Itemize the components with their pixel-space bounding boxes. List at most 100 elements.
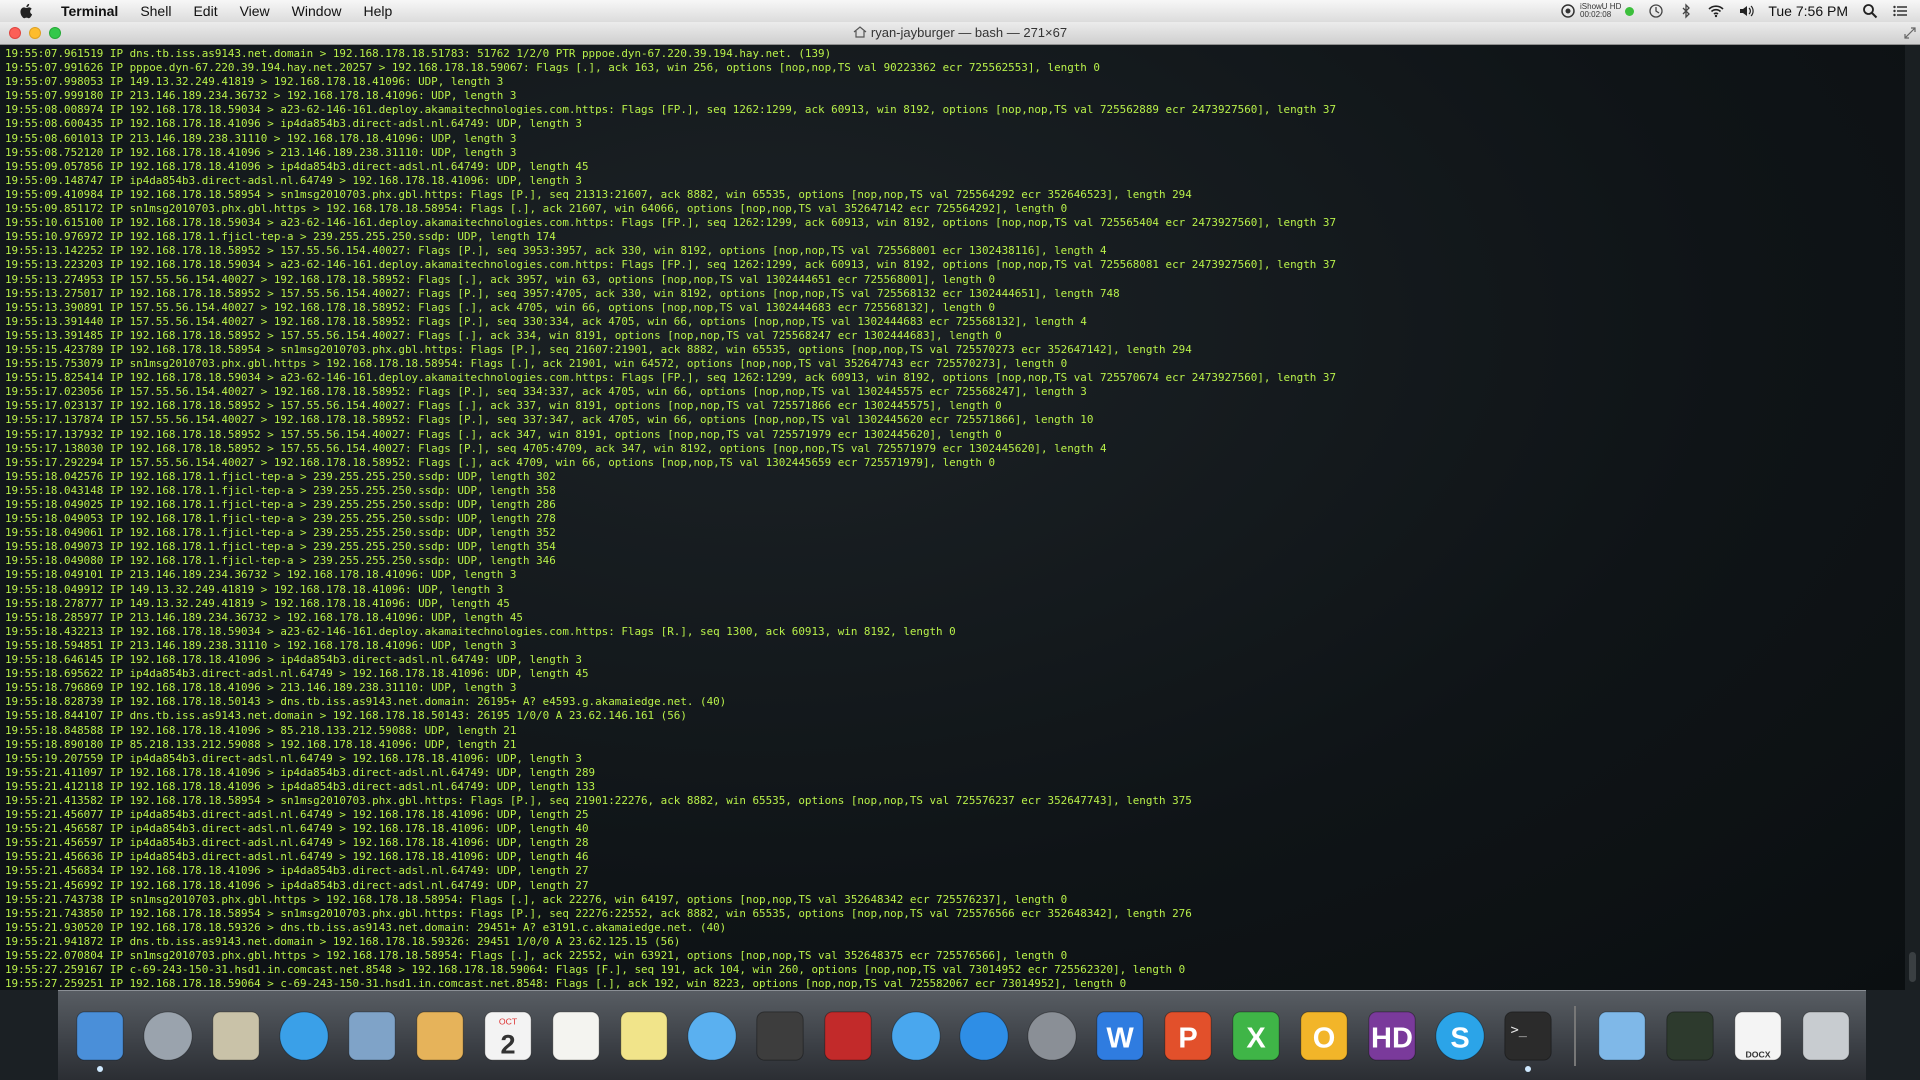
dock-item-powerpoint[interactable]: P (1158, 1004, 1218, 1068)
terminal-line: 19:55:13.390891 IP 157.55.56.154.40027 >… (5, 300, 996, 314)
terminal-line: 19:55:17.137874 IP 157.55.56.154.40027 >… (5, 413, 1094, 427)
dock-item-photo-booth[interactable] (818, 1004, 878, 1068)
dock-item-docx-document[interactable]: DOCX (1728, 1004, 1788, 1068)
terminal-line: 19:55:18.049053 IP 192.168.178.1.fjicl-t… (5, 512, 556, 526)
terminal-line: 19:55:21.930520 IP 192.168.178.18.59326 … (5, 920, 727, 934)
dock-item-messages[interactable] (682, 1004, 742, 1068)
dock-icon-label: O (1313, 1022, 1336, 1054)
menu-view[interactable]: View (229, 0, 281, 22)
terminal-line: 19:55:18.049025 IP 192.168.178.1.fjicl-t… (5, 498, 556, 511)
terminal-line: 19:55:21.456587 IP ip4da854b3.direct-ads… (5, 822, 589, 836)
notification-center-icon[interactable] (1892, 3, 1908, 19)
dock-item-terminal[interactable]: >_ (1498, 1004, 1558, 1072)
terminal-output[interactable]: 19:55:07.961519 IP dns.tb.iss.as9143.net… (0, 45, 1905, 990)
terminal-line: 19:55:18.848588 IP 192.168.178.18.41096 … (5, 723, 517, 737)
terminal-line: 19:55:17.023056 IP 157.55.56.154.40027 >… (5, 385, 1087, 399)
window-titlebar[interactable]: ryan-jayburger — bash — 271×67 (0, 22, 1920, 45)
messages-icon (687, 1010, 737, 1061)
dock-item-word[interactable]: W (1090, 1004, 1150, 1068)
skype-icon: S (1435, 1010, 1485, 1061)
running-indicator (1525, 1065, 1531, 1072)
terminal-line: 19:55:18.828739 IP 192.168.178.18.50143 … (5, 695, 727, 709)
clock[interactable]: Tue 7:56 PM (1768, 3, 1848, 19)
calendar-icon: OCT 2 (484, 1010, 532, 1061)
volume-icon[interactable] (1738, 3, 1755, 19)
terminal-line: 19:55:18.049101 IP 213.146.189.234.36732… (5, 568, 517, 582)
terminal-line: 19:55:09.148747 IP ip4da854b3.direct-ads… (5, 173, 582, 187)
dock-item-preview[interactable] (206, 1004, 266, 1068)
dock-item-trash[interactable] (1796, 1004, 1856, 1068)
apple-menu-icon[interactable] (18, 2, 36, 20)
dock-item-contacts[interactable] (410, 1004, 470, 1068)
dock-icon-label: P (1178, 1022, 1197, 1054)
terminal-line: 19:55:21.412118 IP 192.168.178.18.41096 … (5, 779, 596, 793)
photo-booth-icon (824, 1010, 872, 1061)
terminal-line: 19:55:15.825414 IP 192.168.178.18.59034 … (5, 371, 1337, 385)
excel-icon: X (1232, 1010, 1280, 1061)
terminal-line: 19:55:18.049073 IP 192.168.178.1.fjicl-t… (5, 540, 556, 554)
terminal-line: 19:55:18.285977 IP 213.146.189.234.36732… (5, 610, 523, 624)
terminal-scrollbar[interactable] (1905, 45, 1920, 990)
dock-item-activity-monitor[interactable] (1660, 1004, 1720, 1068)
terminal-lines: 19:55:07.961519 IP dns.tb.iss.as9143.net… (0, 45, 1905, 990)
menu-window[interactable]: Window (281, 0, 353, 22)
dock-item-launchpad[interactable] (138, 1004, 198, 1068)
preview-icon (212, 1010, 260, 1061)
mail-icon (348, 1010, 396, 1061)
terminal-line: 19:55:08.752120 IP 192.168.178.18.41096 … (5, 145, 517, 159)
terminal-line: 19:55:10.615100 IP 192.168.178.18.59034 … (5, 216, 1337, 230)
dock-item-itunes[interactable] (886, 1004, 946, 1068)
spotlight-search-icon[interactable] (1862, 3, 1878, 19)
terminal-line: 19:55:09.851172 IP sn1msg2010703.phx.gbl… (5, 202, 1068, 216)
window-title: ryan-jayburger — bash — 271×67 (0, 22, 1920, 44)
terminal-line: 19:55:08.008974 IP 192.168.178.18.59034 … (5, 103, 1337, 117)
terminal-line: 19:55:18.594851 IP 213.146.189.238.31110… (5, 638, 517, 652)
bluetooth-icon[interactable] (1678, 3, 1694, 19)
dock-item-outlook[interactable]: O (1294, 1004, 1354, 1068)
menu-shell[interactable]: Shell (129, 0, 182, 22)
dock-item-system-preferences[interactable] (1022, 1004, 1082, 1068)
folder-icon (1598, 1010, 1646, 1061)
menu-bar: Terminal Shell Edit View Window Help iSh… (0, 0, 1920, 23)
dock-item-finder[interactable] (70, 1004, 130, 1072)
safari-icon (279, 1010, 329, 1061)
terminal-line: 19:55:18.890180 IP 85.218.133.212.59088 … (5, 737, 517, 751)
terminal-window: ryan-jayburger — bash — 271×67 19:55:07.… (0, 22, 1920, 990)
dock-item-skype[interactable]: S (1430, 1004, 1490, 1068)
dock-item-excel[interactable]: X (1226, 1004, 1286, 1068)
menu-app-terminal[interactable]: Terminal (50, 0, 129, 22)
system-preferences-icon (1027, 1010, 1077, 1061)
menu-help[interactable]: Help (352, 0, 403, 22)
terminal-line: 19:55:15.423789 IP 192.168.178.18.58954 … (5, 342, 1192, 356)
app-store-icon (959, 1010, 1009, 1061)
dock-item-calendar[interactable]: OCT 2 (478, 1004, 538, 1068)
terminal-line: 19:55:27.259251 IP 192.168.178.18.59064 … (5, 977, 1127, 990)
dock-item-mail[interactable] (342, 1004, 402, 1068)
terminal-line: 19:55:13.223203 IP 192.168.178.18.59034 … (5, 258, 1337, 272)
terminal-line: 19:55:07.999180 IP 213.146.189.234.36732… (5, 89, 517, 103)
dock-item-safari[interactable] (274, 1004, 334, 1068)
dock-icon-label: S (1450, 1022, 1469, 1054)
dock-item-hd-video[interactable]: HD (1362, 1004, 1422, 1068)
terminal-line: 19:55:18.432213 IP 192.168.178.18.59034 … (5, 624, 956, 638)
dock: OCT 2 W P X O HD S >_ DOCX (58, 990, 1866, 1080)
dock-item-folder[interactable] (1592, 1004, 1652, 1068)
fullscreen-icon[interactable] (1904, 27, 1916, 39)
dock-item-notes[interactable] (614, 1004, 674, 1068)
terminal-line: 19:55:13.391485 IP 192.168.178.18.58952 … (5, 328, 1002, 342)
dock-item-facetime[interactable] (750, 1004, 810, 1068)
dock-item-app-store[interactable] (954, 1004, 1014, 1068)
trash-icon (1802, 1010, 1850, 1061)
menu-edit[interactable]: Edit (182, 0, 228, 22)
terminal-line: 19:55:18.796869 IP 192.168.178.18.41096 … (5, 681, 517, 695)
time-machine-icon[interactable] (1648, 3, 1664, 19)
terminal-line: 19:55:21.456992 IP 192.168.178.18.41096 … (5, 878, 589, 892)
screen-recorder-status[interactable]: iShowU HD 00:02:08 (1560, 3, 1635, 19)
wifi-icon[interactable] (1708, 3, 1724, 19)
dock-item-reminders[interactable] (546, 1004, 606, 1068)
terminal-line: 19:55:09.410984 IP 192.168.178.18.58954 … (5, 187, 1192, 201)
scrollbar-thumb[interactable] (1909, 952, 1916, 982)
terminal-line: 19:55:07.991626 IP pppoe.dyn-67.220.39.1… (5, 61, 1100, 75)
terminal-line: 19:55:18.049912 IP 149.13.32.249.41819 >… (5, 582, 504, 596)
terminal-line: 19:55:21.456636 IP ip4da854b3.direct-ads… (5, 850, 589, 864)
